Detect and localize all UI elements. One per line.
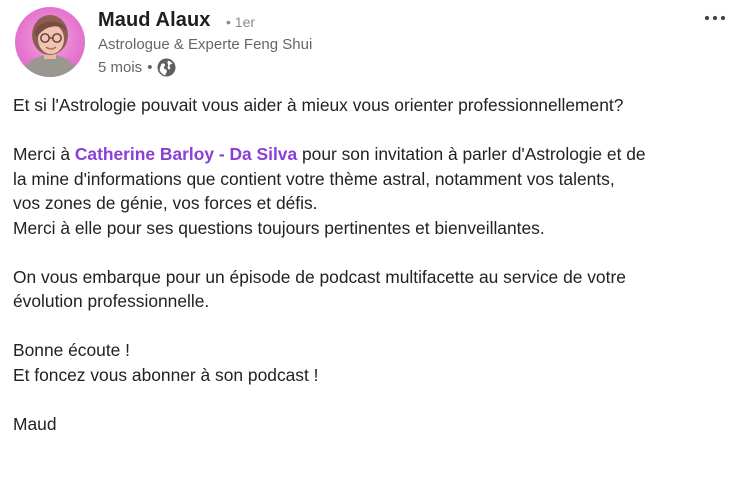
author-headline: Astrologue & Experte Feng Shui xyxy=(98,36,313,53)
post-time: 5 mois xyxy=(98,59,143,76)
author-avatar[interactable] xyxy=(15,7,85,77)
post-line: Et si l'Astrologie pouvait vous aider à … xyxy=(13,95,624,115)
post-line: Et foncez vous abonner à son podcast ! xyxy=(13,364,319,385)
post-line: la mine d'informations que contient votr… xyxy=(13,168,615,189)
feed-post: Maud Alaux • 1er Astrologue & Experte Fe… xyxy=(0,0,744,488)
post-header: Maud Alaux • 1er Astrologue & Experte Fe… xyxy=(0,0,744,86)
post-line: vos zones de génie, vos forces et défis. xyxy=(13,193,318,213)
post-line: Merci à elle pour ses questions toujours… xyxy=(13,217,545,238)
post-line: évolution professionnelle. xyxy=(13,291,210,311)
meta-separator: • xyxy=(147,59,153,76)
more-options-button[interactable] xyxy=(700,4,730,30)
avatar-portrait xyxy=(21,15,79,77)
post-line: Bonne écoute ! xyxy=(13,340,130,360)
thanks-prefix: Merci à xyxy=(13,144,75,164)
mention-link[interactable]: Catherine Barloy - Da Silva xyxy=(75,144,297,164)
post-signature: Maud xyxy=(13,413,57,434)
connection-degree: • 1er xyxy=(226,14,256,30)
post-meta: 5 mois • xyxy=(98,58,176,77)
thanks-suffix: pour son invitation à parler d'Astrologi… xyxy=(297,144,646,164)
post-body: Et si l'Astrologie pouvait vous aider à … xyxy=(13,93,737,436)
globe-icon xyxy=(157,58,176,77)
author-name[interactable]: Maud Alaux xyxy=(98,9,211,32)
post-line-thanks: Merci à Catherine Barloy - Da Silva pour… xyxy=(13,142,737,167)
more-horizontal-icon xyxy=(704,15,726,21)
post-line: On vous embarque pour un épisode de podc… xyxy=(13,266,626,287)
